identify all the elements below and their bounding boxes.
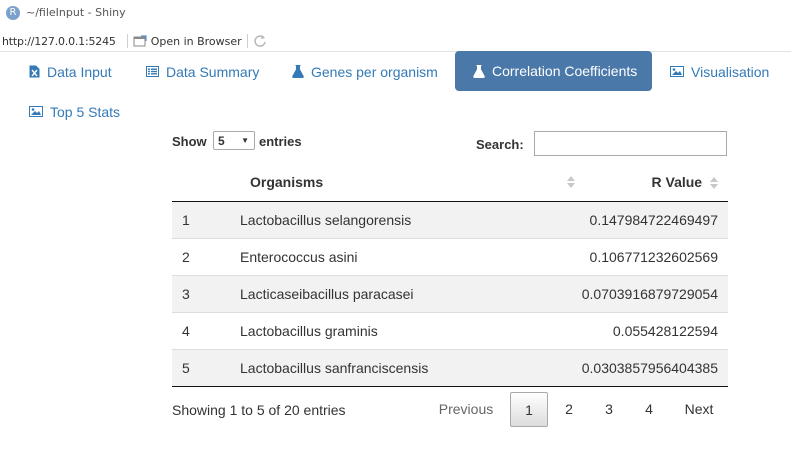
table-header-row: Organisms R Value bbox=[172, 163, 728, 202]
tab-data-summary-label: Data Summary bbox=[166, 63, 260, 80]
entries-length-select[interactable]: 5 ▼ bbox=[213, 131, 255, 150]
search-label: Search: bbox=[476, 137, 524, 152]
url-field[interactable]: http://127.0.0.1:5245 bbox=[0, 35, 122, 48]
window-title: ~/fileInput - Shiny bbox=[26, 6, 126, 19]
r-app-icon: R bbox=[6, 5, 20, 20]
search-input[interactable] bbox=[534, 131, 727, 156]
open-in-browser-button[interactable]: Open in Browser bbox=[133, 35, 242, 48]
organism-cell: Lactobacillus graminis bbox=[240, 312, 515, 350]
file-excel-icon bbox=[29, 65, 40, 78]
column-header-organisms-label: Organisms bbox=[250, 174, 324, 190]
r-value-cell: 0.106771232602569 bbox=[514, 238, 728, 276]
tab-top-5-stats-label: Top 5 Stats bbox=[50, 103, 121, 120]
table-row[interactable]: 3 Lacticaseibacillus paracasei 0.0703916… bbox=[172, 275, 728, 313]
picture-icon bbox=[670, 66, 684, 77]
pagination-page-3-button[interactable]: 3 bbox=[592, 392, 626, 427]
column-header-index[interactable] bbox=[172, 163, 240, 202]
row-index: 5 bbox=[172, 349, 240, 387]
sort-both-icon bbox=[710, 177, 718, 190]
refresh-button[interactable] bbox=[253, 34, 267, 48]
flask-icon bbox=[292, 65, 304, 78]
column-header-r-value-label: R Value bbox=[651, 174, 703, 190]
tab-visualisation-label: Visualisation bbox=[691, 63, 770, 80]
table-row[interactable]: 5 Lactobacillus sanfranciscensis 0.03038… bbox=[172, 349, 728, 387]
tab-correlation-coefficients-label: Correlation Coefficients bbox=[492, 63, 638, 79]
pagination-page-2-button[interactable]: 2 bbox=[552, 392, 586, 427]
column-header-r-value[interactable]: R Value bbox=[514, 163, 728, 202]
length-label-post: entries bbox=[259, 134, 302, 149]
window-titlebar: R ~/fileInput - Shiny bbox=[0, 0, 791, 25]
tab-genes-per-organism[interactable]: Genes per organism bbox=[292, 58, 438, 85]
pagination-next-button[interactable]: Next bbox=[675, 392, 723, 427]
table-row[interactable]: 1 Lactobacillus selangorensis 0.14798472… bbox=[172, 201, 728, 239]
tab-visualisation[interactable]: Visualisation bbox=[670, 58, 769, 85]
pagination-previous-button[interactable]: Previous bbox=[431, 392, 501, 427]
pagination-page-1-button[interactable]: 1 bbox=[510, 392, 548, 427]
tab-genes-per-organism-label: Genes per organism bbox=[311, 63, 438, 80]
r-value-cell: 0.055428122594 bbox=[514, 312, 728, 350]
tab-data-summary[interactable]: Data Summary bbox=[146, 58, 259, 85]
row-index: 2 bbox=[172, 238, 240, 276]
tab-correlation-coefficients[interactable]: Correlation Coefficients bbox=[455, 51, 652, 91]
list-alt-icon bbox=[146, 66, 159, 77]
tab-top-5-stats[interactable]: Top 5 Stats bbox=[29, 98, 120, 125]
entries-length-value: 5 bbox=[218, 133, 225, 148]
table-info: Showing 1 to 5 of 20 entries bbox=[172, 402, 346, 418]
toolbar-divider-2 bbox=[246, 34, 248, 48]
length-label-pre: Show bbox=[172, 134, 207, 149]
organism-cell: Lactobacillus selangorensis bbox=[240, 201, 515, 239]
viewer-toolbar: http://127.0.0.1:5245 Open in Browser bbox=[0, 31, 791, 52]
flask-icon bbox=[473, 64, 485, 78]
tab-data-input-label: Data Input bbox=[47, 63, 112, 80]
refresh-icon bbox=[254, 35, 266, 47]
pagination-page-4-button[interactable]: 4 bbox=[632, 392, 666, 427]
organism-cell: Lactobacillus sanfranciscensis bbox=[240, 349, 515, 387]
organism-cell: Lacticaseibacillus paracasei bbox=[240, 275, 515, 313]
table-row[interactable]: 2 Enterococcus asini 0.106771232602569 bbox=[172, 238, 728, 276]
r-value-cell: 0.0703916879729054 bbox=[514, 275, 728, 313]
chevron-down-icon: ▼ bbox=[241, 136, 249, 145]
correlation-table: Organisms R Value 1 Lactobacillus selang… bbox=[172, 163, 728, 387]
tab-data-input[interactable]: Data Input bbox=[29, 58, 112, 85]
row-index: 4 bbox=[172, 312, 240, 350]
row-index: 1 bbox=[172, 201, 240, 239]
open-in-browser-icon bbox=[133, 35, 147, 47]
open-in-browser-label: Open in Browser bbox=[150, 34, 242, 48]
r-value-cell: 0.147984722469497 bbox=[514, 201, 728, 239]
column-header-organisms[interactable]: Organisms bbox=[240, 163, 575, 202]
table-row[interactable]: 4 Lactobacillus graminis 0.055428122594 bbox=[172, 312, 728, 350]
row-index: 3 bbox=[172, 275, 240, 313]
picture-icon bbox=[29, 106, 43, 117]
toolbar-divider bbox=[126, 34, 128, 48]
organism-cell: Enterococcus asini bbox=[240, 238, 515, 276]
r-value-cell: 0.0303857956404385 bbox=[514, 349, 728, 387]
